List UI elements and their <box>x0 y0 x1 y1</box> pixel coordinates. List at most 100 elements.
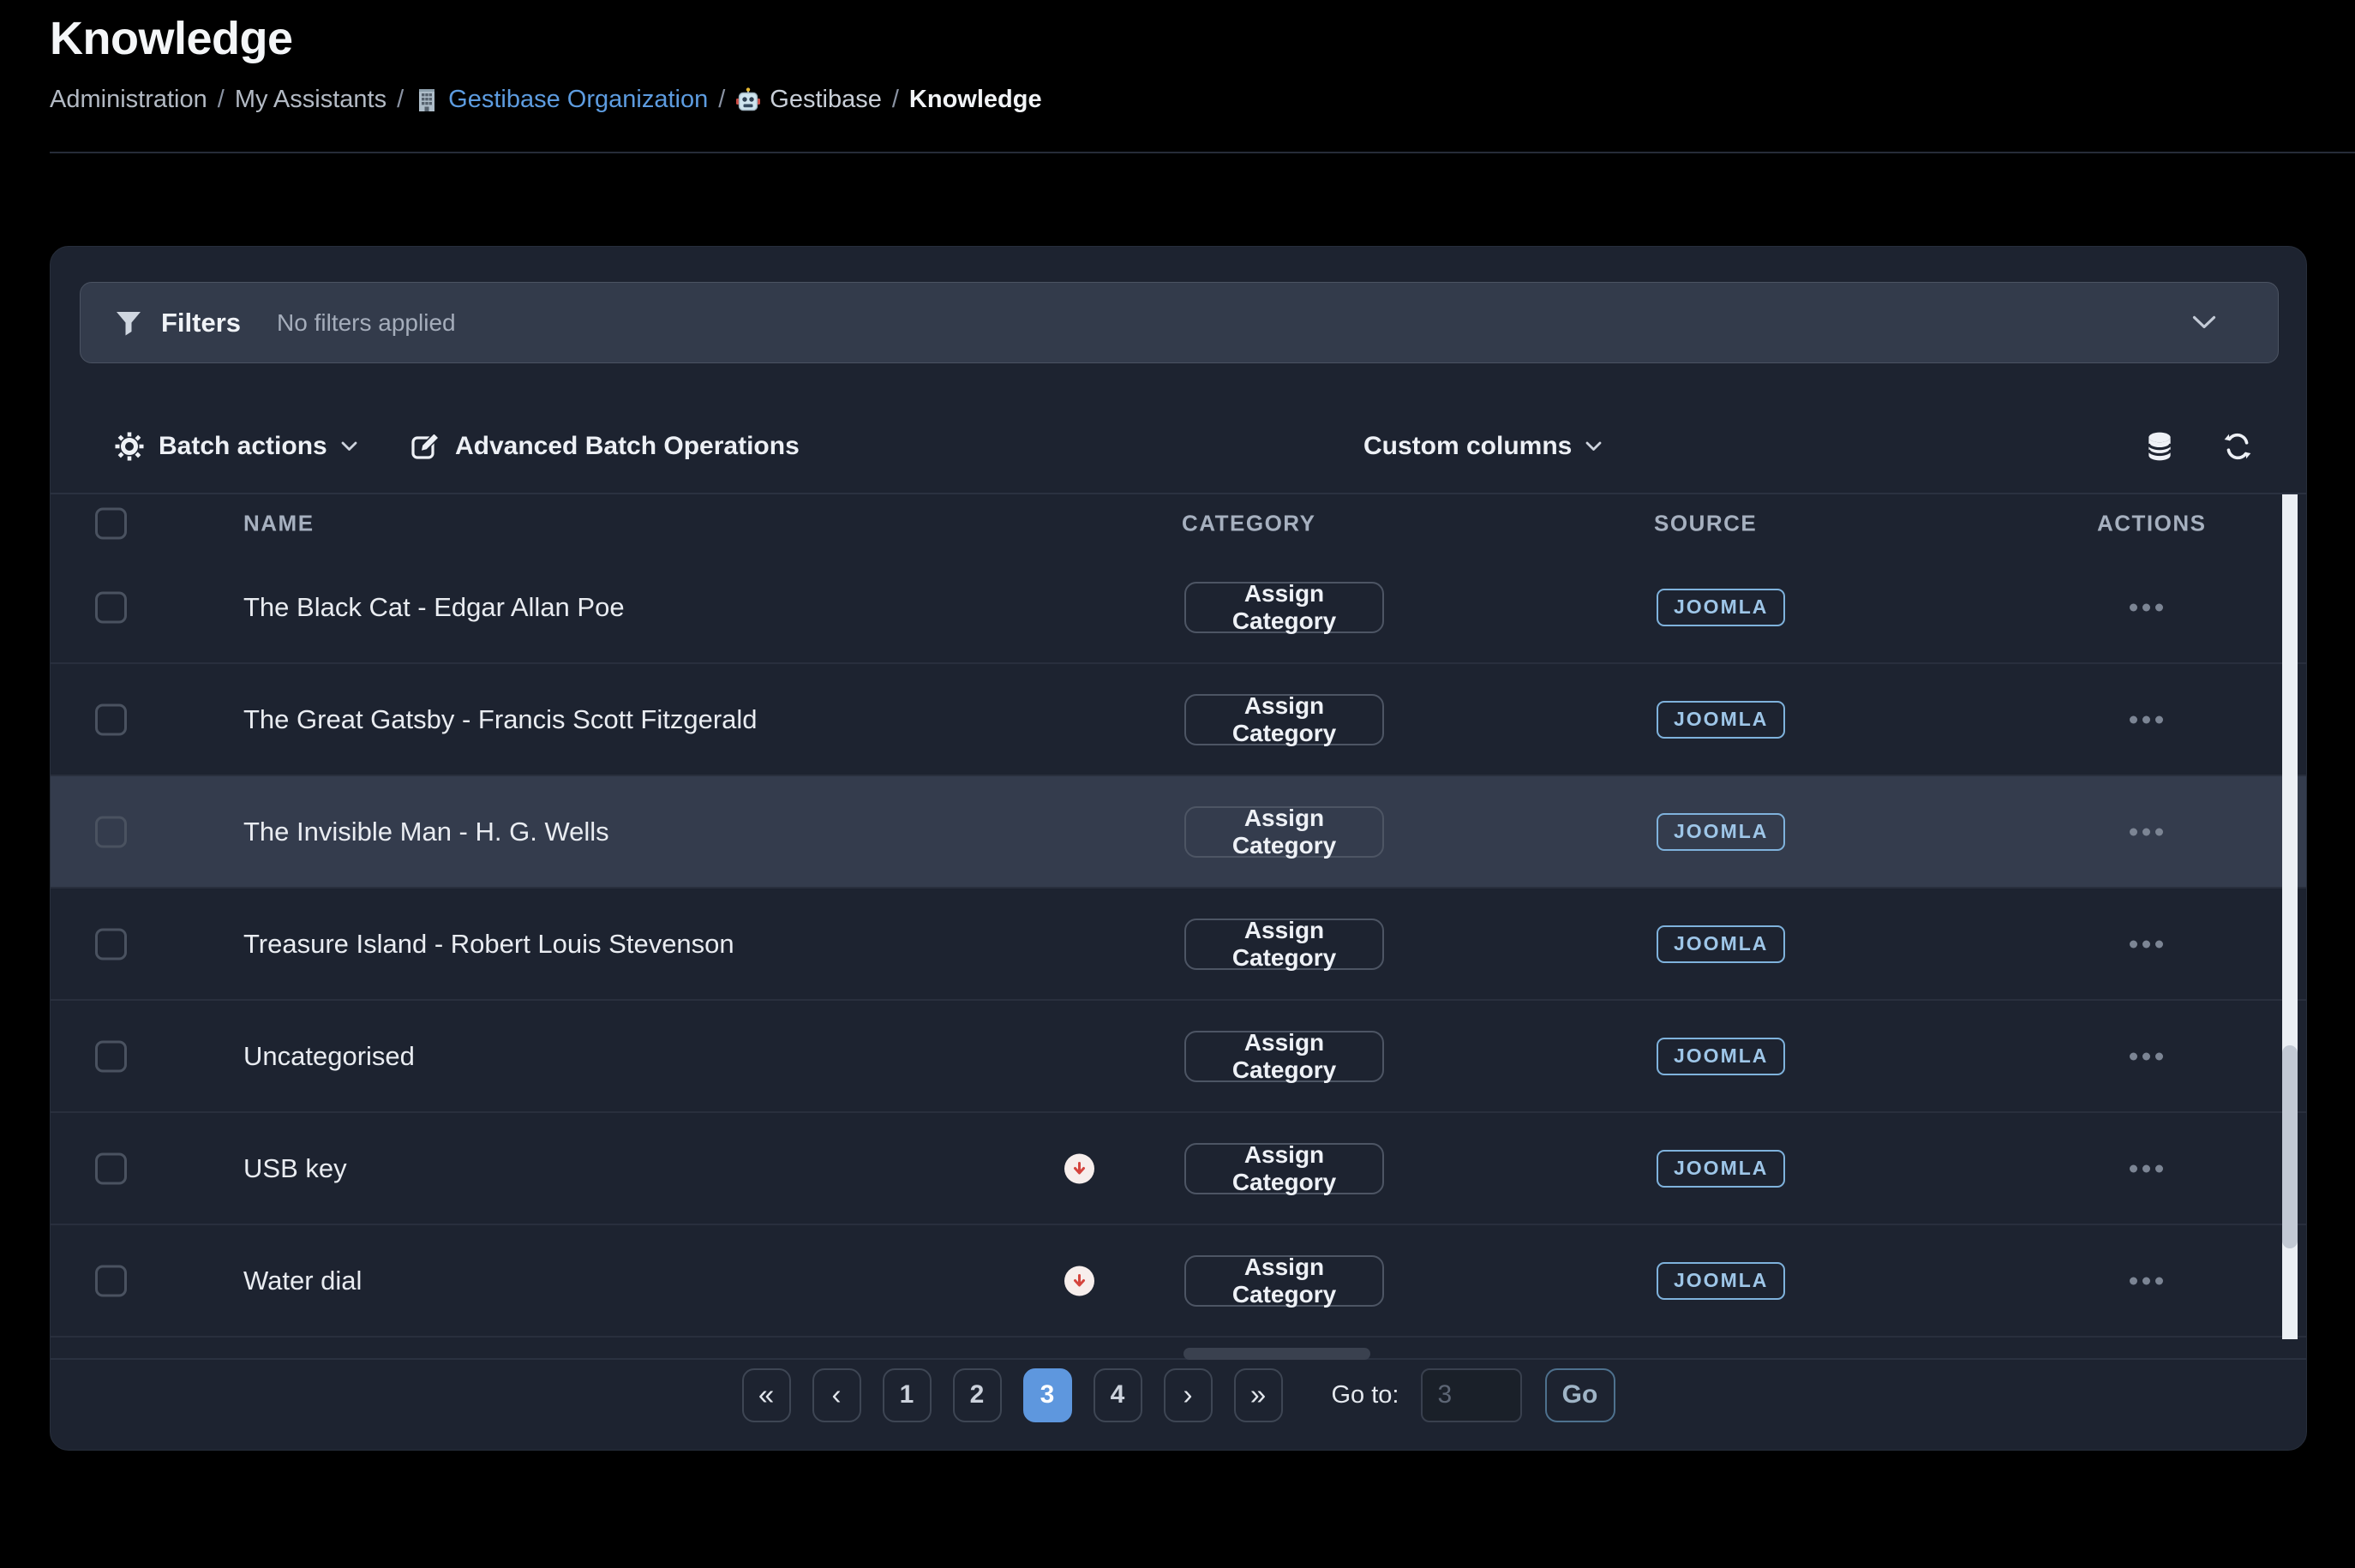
filters-label: Filters <box>161 308 241 338</box>
row-actions-button[interactable] <box>2097 603 2196 611</box>
breadcrumb-item: Knowledge <box>909 86 1042 114</box>
source-badge: JOOMLA <box>1657 1038 1785 1075</box>
table-row[interactable]: The Black Cat - Edgar Allan Poe Assign C… <box>51 552 2306 664</box>
go-button[interactable]: Go <box>1545 1368 1615 1422</box>
partial-row <box>51 1338 2306 1360</box>
pagination: « ‹ 1234 › » Go to: Go <box>51 1368 2306 1422</box>
table-header: NAME CATEGORY SOURCE ACTIONS <box>51 494 2306 552</box>
table-row[interactable]: Water dial Assign Category JOOMLA <box>51 1225 2306 1338</box>
filter-icon <box>115 309 142 337</box>
page-next-button[interactable]: › <box>1164 1368 1213 1422</box>
source-badge: JOOMLA <box>1657 813 1785 851</box>
horizontal-scrollbar-thumb[interactable] <box>1183 1348 1370 1360</box>
advanced-batch-label: Advanced Batch Operations <box>455 432 800 461</box>
row-actions-button[interactable] <box>2097 828 2196 835</box>
source-badge: JOOMLA <box>1657 1150 1785 1188</box>
row-name: The Black Cat - Edgar Allan Poe <box>243 592 625 623</box>
select-all-checkbox[interactable] <box>95 507 127 539</box>
assign-category-button[interactable]: Assign Category <box>1184 1255 1384 1307</box>
robot-icon <box>735 87 761 113</box>
breadcrumb-item: Administration <box>50 86 207 114</box>
table-toolbar: Batch actions Advanced Batch Operations … <box>51 416 2306 476</box>
table-row[interactable]: The Invisible Man - H. G. Wells Assign C… <box>51 776 2306 889</box>
row-checkbox[interactable] <box>95 591 127 623</box>
refresh-icon[interactable] <box>2222 431 2253 462</box>
batch-actions-button[interactable]: Batch actions <box>114 431 357 462</box>
page-last-button[interactable]: » <box>1234 1368 1283 1422</box>
row-name: The Invisible Man - H. G. Wells <box>243 817 609 847</box>
row-name: Water dial <box>243 1266 362 1296</box>
row-name: Uncategorised <box>243 1041 415 1072</box>
table-body: The Black Cat - Edgar Allan Poe Assign C… <box>51 552 2306 1360</box>
custom-columns-label: Custom columns <box>1363 432 1572 461</box>
page-4-button[interactable]: 4 <box>1094 1368 1142 1422</box>
column-header-source: SOURCE <box>1654 510 1757 536</box>
breadcrumb-item: Gestibase <box>735 86 882 114</box>
breadcrumb-item[interactable]: Gestibase Organization <box>414 86 708 114</box>
sync-error-icon <box>1064 1266 1094 1296</box>
assign-category-button[interactable]: Assign Category <box>1184 1143 1384 1194</box>
page-first-button[interactable]: « <box>742 1368 791 1422</box>
advanced-batch-operations-button[interactable]: Advanced Batch Operations <box>410 431 800 462</box>
page-prev-button[interactable]: ‹ <box>812 1368 861 1422</box>
column-header-actions: ACTIONS <box>2097 510 2207 536</box>
knowledge-panel: Filters No filters applied <box>50 246 2307 1451</box>
row-actions-button[interactable] <box>2097 1277 2196 1284</box>
building-icon <box>414 87 440 113</box>
goto-page-input[interactable] <box>1421 1368 1522 1422</box>
gear-icon <box>114 431 145 462</box>
row-checkbox[interactable] <box>95 816 127 847</box>
header-divider <box>50 152 2355 153</box>
assign-category-button[interactable]: Assign Category <box>1184 919 1384 970</box>
source-badge: JOOMLA <box>1657 1262 1785 1300</box>
row-actions-button[interactable] <box>2097 940 2196 948</box>
row-name: USB key <box>243 1153 347 1184</box>
column-header-category: CATEGORY <box>1182 510 1315 536</box>
breadcrumb-separator: / <box>218 86 225 114</box>
database-icon[interactable] <box>2143 430 2176 463</box>
batch-actions-label: Batch actions <box>159 432 327 461</box>
assign-category-button[interactable]: Assign Category <box>1184 1031 1384 1082</box>
custom-columns-button[interactable]: Custom columns <box>1363 432 1602 461</box>
chevron-down-icon[interactable] <box>2192 315 2216 330</box>
breadcrumb: Administration / My Assistants / Gestibase O… <box>50 86 1042 114</box>
breadcrumb-separator: / <box>397 86 404 114</box>
chevron-down-icon <box>1585 441 1602 452</box>
assign-category-button[interactable]: Assign Category <box>1184 806 1384 858</box>
table-row[interactable]: The Great Gatsby - Francis Scott Fitzger… <box>51 664 2306 776</box>
page-1-button[interactable]: 1 <box>883 1368 932 1422</box>
vertical-scrollbar-thumb[interactable] <box>2282 1045 2298 1248</box>
page-2-button[interactable]: 2 <box>953 1368 1002 1422</box>
breadcrumb-separator: / <box>892 86 899 114</box>
breadcrumb-separator: / <box>718 86 725 114</box>
row-checkbox[interactable] <box>95 1265 127 1296</box>
edit-square-icon <box>410 431 441 462</box>
source-badge: JOOMLA <box>1657 925 1785 963</box>
page: Knowledge Administration / My Assistants / G… <box>0 0 2355 1568</box>
row-actions-button[interactable] <box>2097 1052 2196 1060</box>
row-actions-button[interactable] <box>2097 1164 2196 1172</box>
row-name: Treasure Island - Robert Louis Stevenson <box>243 929 734 960</box>
breadcrumb-item: My Assistants <box>235 86 387 114</box>
table-view-icons <box>2143 430 2253 463</box>
row-actions-button[interactable] <box>2097 715 2196 723</box>
filters-panel[interactable]: Filters No filters applied <box>80 282 2279 363</box>
assign-category-button[interactable]: Assign Category <box>1184 582 1384 633</box>
chevron-down-icon <box>341 441 357 452</box>
table-row[interactable]: USB key Assign Category JOOMLA <box>51 1113 2306 1225</box>
table-row[interactable]: Treasure Island - Robert Louis Stevenson… <box>51 889 2306 1001</box>
source-badge: JOOMLA <box>1657 701 1785 739</box>
page-3-button[interactable]: 3 <box>1023 1368 1072 1422</box>
goto-label: Go to: <box>1332 1381 1399 1409</box>
column-header-name: NAME <box>243 510 315 536</box>
row-checkbox[interactable] <box>95 1152 127 1184</box>
row-checkbox[interactable] <box>95 928 127 960</box>
row-checkbox[interactable] <box>95 703 127 735</box>
sync-error-icon <box>1064 1153 1094 1183</box>
row-checkbox[interactable] <box>95 1040 127 1072</box>
assign-category-button[interactable]: Assign Category <box>1184 694 1384 745</box>
filters-status: No filters applied <box>277 309 456 337</box>
vertical-scrollbar[interactable] <box>2282 494 2298 1339</box>
page-title: Knowledge <box>50 12 293 65</box>
table-row[interactable]: Uncategorised Assign Category JOOMLA <box>51 1001 2306 1113</box>
